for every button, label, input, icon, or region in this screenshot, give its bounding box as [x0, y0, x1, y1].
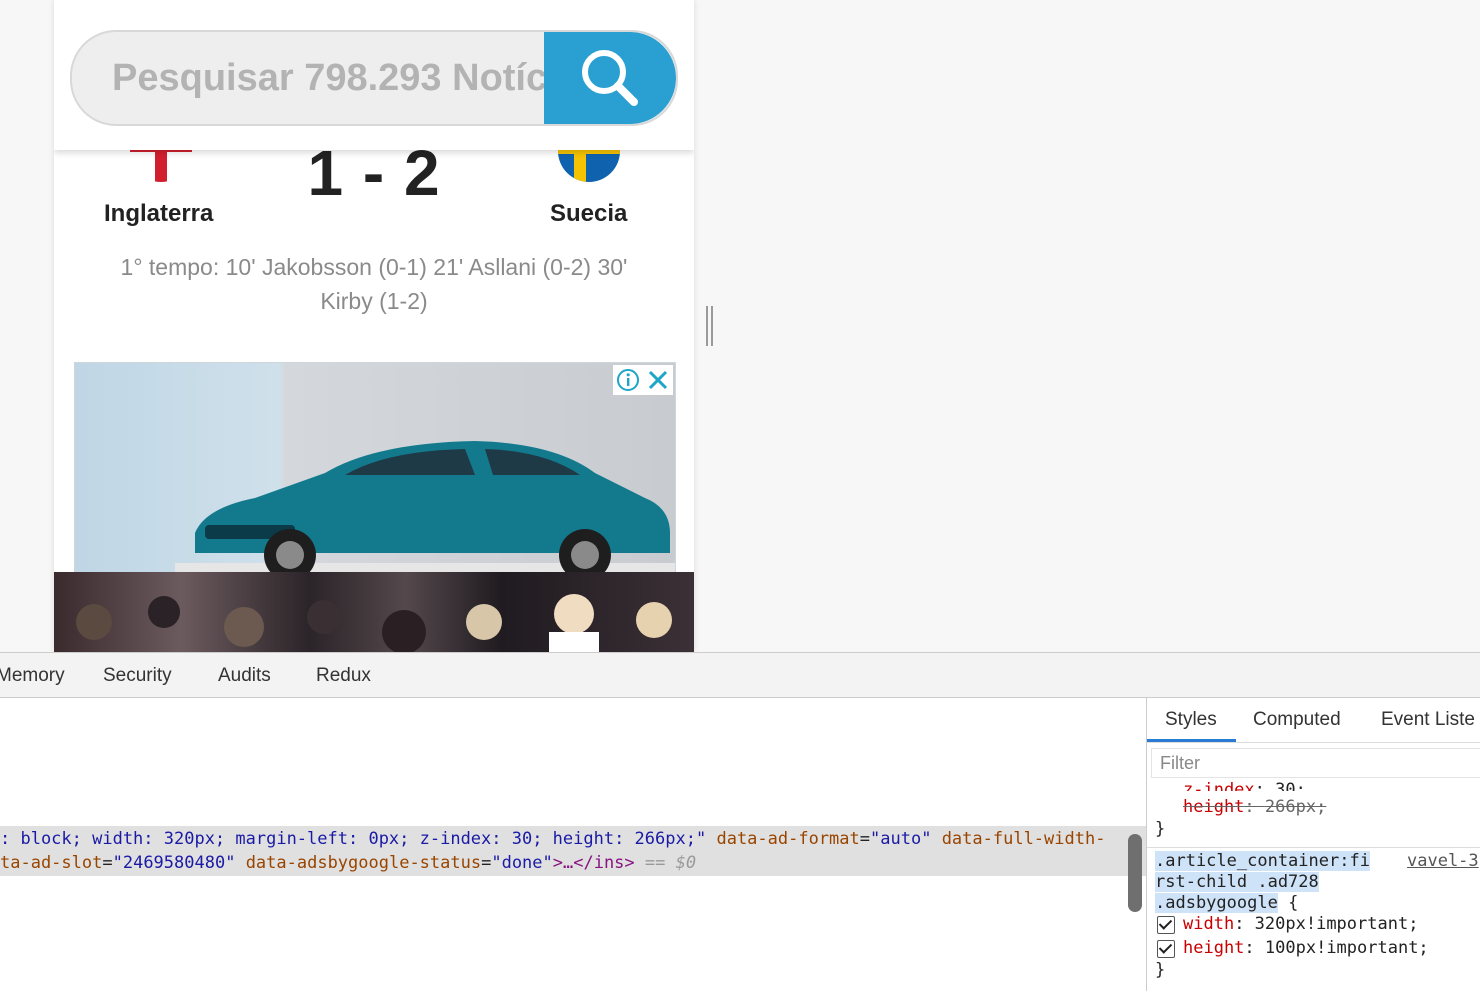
tab-styles[interactable]: Styles [1165, 698, 1217, 742]
article-photo[interactable] [54, 572, 694, 652]
rule-close-brace: } [1155, 819, 1166, 839]
css-selector[interactable]: .adsbygoogle [1155, 893, 1278, 913]
css-value[interactable]: 266px; [1265, 797, 1326, 817]
tab-computed[interactable]: Computed [1253, 698, 1341, 742]
match-card: Inglaterra 1 - 2 Suecia 1° tempo: 10' Ja… [54, 120, 694, 360]
declaration-checkbox[interactable] [1157, 940, 1175, 958]
devtools-tab-bar: Memory Security Audits Redux [0, 653, 1480, 698]
home-team-name[interactable]: Inglaterra [104, 200, 213, 228]
crowd-photo-image [76, 594, 672, 652]
search-button[interactable] [544, 32, 676, 124]
css-value[interactable]: 100px!important; [1265, 938, 1429, 958]
devtools-panel: Memory Security Audits Redux : block; wi… [0, 652, 1480, 991]
node-attr-name: data-full-width- [941, 829, 1106, 849]
node-attr-name: data-ad-format [716, 829, 860, 849]
tab-security[interactable]: Security [103, 653, 172, 697]
selected-node-marker: == $0 [644, 853, 697, 873]
sidebar-tab-bar: Styles Computed Event Liste [1147, 698, 1480, 743]
declaration-checkbox[interactable] [1157, 916, 1175, 934]
css-property[interactable]: height [1183, 938, 1244, 958]
stylesheet-source-link[interactable]: vavel-3 [1407, 851, 1479, 871]
node-closing-tag: >…</ins> [552, 853, 635, 873]
css-selector[interactable]: .article_container:fi [1155, 851, 1370, 871]
ad-info-icon[interactable] [613, 365, 643, 395]
car-advertisement[interactable] [74, 362, 676, 584]
active-tab-indicator [1147, 739, 1236, 742]
css-property[interactable]: height [1183, 797, 1244, 817]
ad-close-icon[interactable] [643, 365, 673, 395]
tab-audits[interactable]: Audits [218, 653, 271, 697]
elements-scrollbar[interactable] [1128, 834, 1142, 912]
node-attr-value: "2469580480" [112, 853, 236, 873]
tab-redux[interactable]: Redux [316, 653, 371, 697]
css-value[interactable]: 320px!important; [1255, 914, 1419, 934]
styles-filter-input[interactable] [1151, 748, 1480, 778]
node-attr-value: "done" [491, 853, 553, 873]
css-property[interactable]: z-index [1183, 780, 1255, 791]
browser-viewport: Inglaterra 1 - 2 Suecia 1° tempo: 10' Ja… [0, 0, 1480, 652]
car-ad-image [175, 441, 675, 583]
node-style-fragment: : block; width: 320px; margin-left: 0px;… [0, 829, 707, 849]
match-events: 1° tempo: 10' Jakobsson (0-1) 21' Asllan… [120, 254, 628, 314]
search-icon [582, 50, 638, 106]
node-attr-name: ta-ad-slot [0, 853, 103, 873]
rule-divider [1147, 847, 1480, 848]
selected-dom-node[interactable]: : block; width: 320px; margin-left: 0px;… [0, 826, 1146, 876]
node-attr-name: data-adsbygoogle-status [245, 853, 482, 873]
tab-event-listeners[interactable]: Event Liste [1381, 698, 1475, 742]
css-selector[interactable]: rst-child .ad728 [1155, 872, 1319, 892]
elements-panel: : block; width: 320px; margin-left: 0px;… [0, 698, 1146, 991]
node-attr-value: "auto" [870, 829, 932, 849]
resize-handle[interactable] [706, 306, 714, 346]
tab-memory[interactable]: Memory [0, 653, 65, 697]
away-team-name[interactable]: Suecia [550, 200, 627, 228]
styles-sidebar: Styles Computed Event Liste z-index: 30;… [1146, 698, 1480, 991]
rule-close-brace: } [1155, 960, 1166, 980]
css-value[interactable]: 30; [1275, 780, 1306, 791]
css-property[interactable]: width [1183, 914, 1234, 934]
mobile-page: Inglaterra 1 - 2 Suecia 1° tempo: 10' Ja… [54, 0, 694, 652]
rule-open-brace: { [1288, 893, 1299, 913]
search-bar [54, 0, 694, 150]
search-box [70, 30, 678, 126]
search-input[interactable] [112, 32, 552, 124]
